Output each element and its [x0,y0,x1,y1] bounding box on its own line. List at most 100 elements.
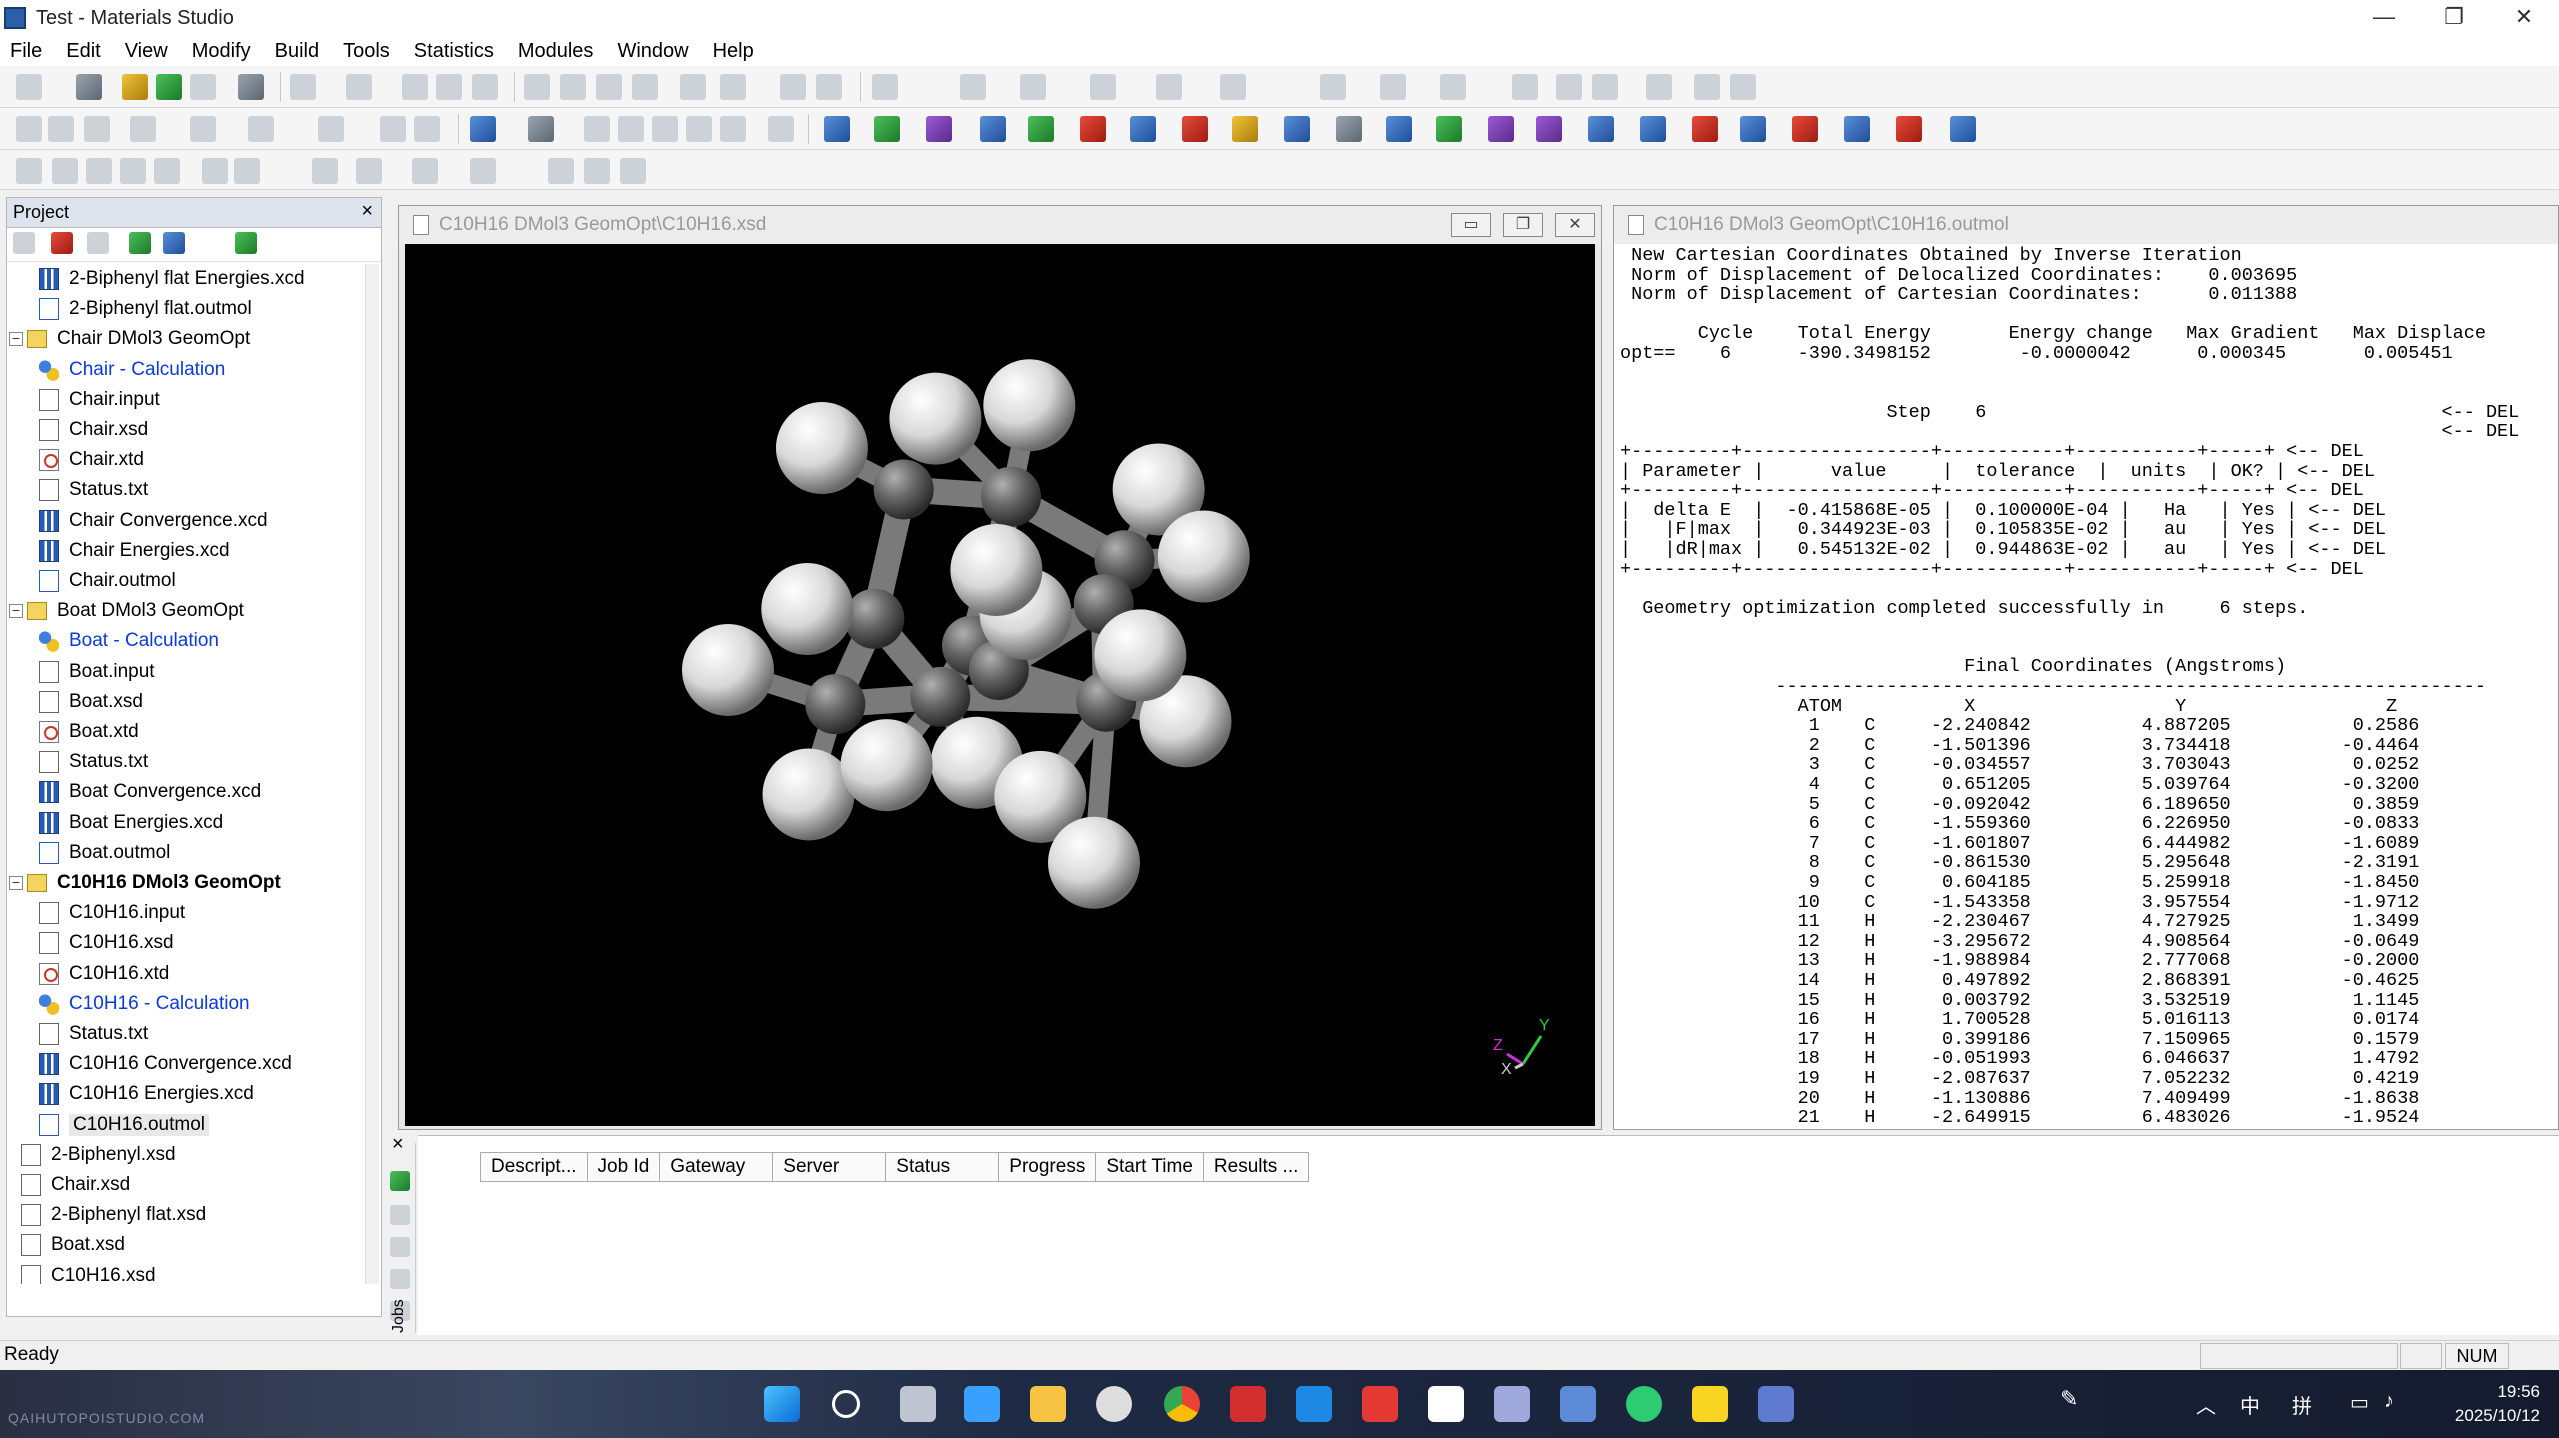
translate-icon[interactable] [560,74,586,100]
dpd-icon[interactable] [1536,116,1562,142]
tree-item[interactable]: Boat - Calculation [39,626,219,656]
filter-icon[interactable] [318,116,344,142]
redo-icon[interactable] [346,74,372,100]
tree-item[interactable]: C10H16.input [39,898,185,928]
branch-icon[interactable] [470,158,496,184]
paste-icon[interactable] [472,74,498,100]
vamp-icon[interactable] [1896,116,1922,142]
step-forward-icon[interactable] [48,116,74,142]
kinetix-icon[interactable] [1436,116,1462,142]
dmol3-icon[interactable] [926,116,952,142]
tree-item[interactable]: Boat DMol3 GeomOpt [27,596,244,626]
hydrogen-atom[interactable] [682,624,774,716]
cut-icon[interactable] [402,74,428,100]
insert-icon[interactable] [202,158,228,184]
properties-icon[interactable] [87,232,109,254]
supercell-icon[interactable] [1556,74,1582,100]
tree-item[interactable]: C10H16.xsd [21,1261,156,1284]
tree-item[interactable]: C10H16 - Calculation [39,989,250,1019]
conformers-icon[interactable] [1130,116,1156,142]
tree-item[interactable]: C10H16 Energies.xcd [39,1079,254,1109]
move-icon[interactable] [652,116,678,142]
link-icon[interactable] [84,116,110,142]
tree-item[interactable]: Boat.xsd [21,1230,125,1260]
menu-file[interactable]: File [10,40,42,63]
column-icon[interactable] [86,158,112,184]
menu-help[interactable]: Help [713,40,754,63]
delete-item-icon[interactable] [51,232,73,254]
tree-expander[interactable]: − [9,603,23,619]
hydrogen-atom[interactable] [1094,609,1187,702]
sketch-fragment-icon[interactable] [1020,74,1046,100]
import-icon[interactable] [156,74,182,100]
sort-tree-icon[interactable] [163,232,185,254]
volume-icon[interactable]: ♪ [2384,1390,2394,1413]
carbon-atom[interactable] [873,459,934,520]
tree-item[interactable]: Status.txt [39,1019,148,1049]
menu-modify[interactable]: Modify [192,40,251,63]
pointer-icon[interactable] [584,116,610,142]
molecule-viewport[interactable]: Y Z X [405,244,1595,1126]
search-icon[interactable] [832,1390,860,1418]
maximize-button[interactable]: ❐ [2424,0,2484,36]
tree-item[interactable]: 2-Biphenyl flat.xsd [21,1200,206,1230]
blends-icon[interactable] [1692,116,1718,142]
carbon-atom[interactable] [805,674,866,735]
chart-view-icon[interactable] [1646,74,1672,100]
reflex-icon[interactable] [1182,116,1208,142]
mesodyn-icon[interactable] [1488,116,1514,142]
tree-item[interactable]: C10H16.xtd [39,959,169,989]
column-gateway[interactable]: Gateway [659,1152,774,1182]
carbon-atom[interactable] [910,666,971,727]
tree-item[interactable]: Chair.input [39,385,160,415]
menu-tools[interactable]: Tools [343,40,390,63]
path-icon[interactable] [312,158,338,184]
delete-icon[interactable] [234,158,260,184]
grid-small-icon[interactable] [16,158,42,184]
column-server[interactable]: Server [772,1152,887,1182]
materials-studio-icon[interactable] [1560,1386,1596,1422]
column-status[interactable]: Status [885,1152,1000,1182]
sorption-icon[interactable] [1232,116,1258,142]
pdf-reader-icon[interactable] [1230,1386,1266,1422]
viewer-close-button[interactable]: ✕ [1555,213,1595,237]
project-explorer-icon[interactable] [235,232,257,254]
measure-icon[interactable] [1220,74,1246,100]
output-text-area[interactable]: New Cartesian Coordinates Obtained by In… [1620,246,2556,1126]
tree-item[interactable]: Boat.xtd [39,717,139,747]
tree-item[interactable]: Chair.xtd [39,445,144,475]
tree-item[interactable]: C10H16.xsd [39,928,174,958]
grid-medium-icon[interactable] [52,158,78,184]
close-button[interactable]: ✕ [2494,0,2554,36]
tree-item[interactable]: Status.txt [39,747,148,777]
synthia-icon[interactable] [1640,116,1666,142]
menu-window[interactable]: Window [617,40,688,63]
sort-icon[interactable] [248,116,274,142]
hydrogen-atom[interactable] [761,563,854,655]
jobs-close-button[interactable]: × [392,1133,404,1156]
hydrogen-atom[interactable] [1157,510,1250,603]
sketch-icon[interactable] [872,74,898,100]
calculator-icon[interactable] [1758,1386,1794,1422]
tree-item[interactable]: 2-Biphenyl flat.outmol [39,294,252,324]
qmera-icon[interactable] [1386,116,1412,142]
print-preview-icon[interactable] [238,74,264,100]
file-explorer-icon[interactable] [1030,1386,1066,1422]
settings-app-icon[interactable] [1494,1386,1530,1422]
zotero-icon[interactable] [1362,1386,1398,1422]
castep-icon[interactable] [980,116,1006,142]
menu-statistics[interactable]: Statistics [414,40,494,63]
step-back-icon[interactable] [16,116,42,142]
sort-asc-icon[interactable] [1694,74,1720,100]
forcite-icon[interactable] [874,116,900,142]
chain-icon[interactable] [412,158,438,184]
chat-icon[interactable] [1096,1386,1132,1422]
fit-screen-icon[interactable] [720,74,746,100]
tree-item[interactable]: 2-Biphenyl flat Energies.xcd [39,264,305,294]
table-icon[interactable] [130,116,156,142]
magnify-icon[interactable] [618,116,644,142]
eraser-icon[interactable] [720,116,746,142]
copy-icon[interactable] [436,74,462,100]
new-icon[interactable] [16,74,42,100]
menu-edit[interactable]: Edit [66,40,100,63]
